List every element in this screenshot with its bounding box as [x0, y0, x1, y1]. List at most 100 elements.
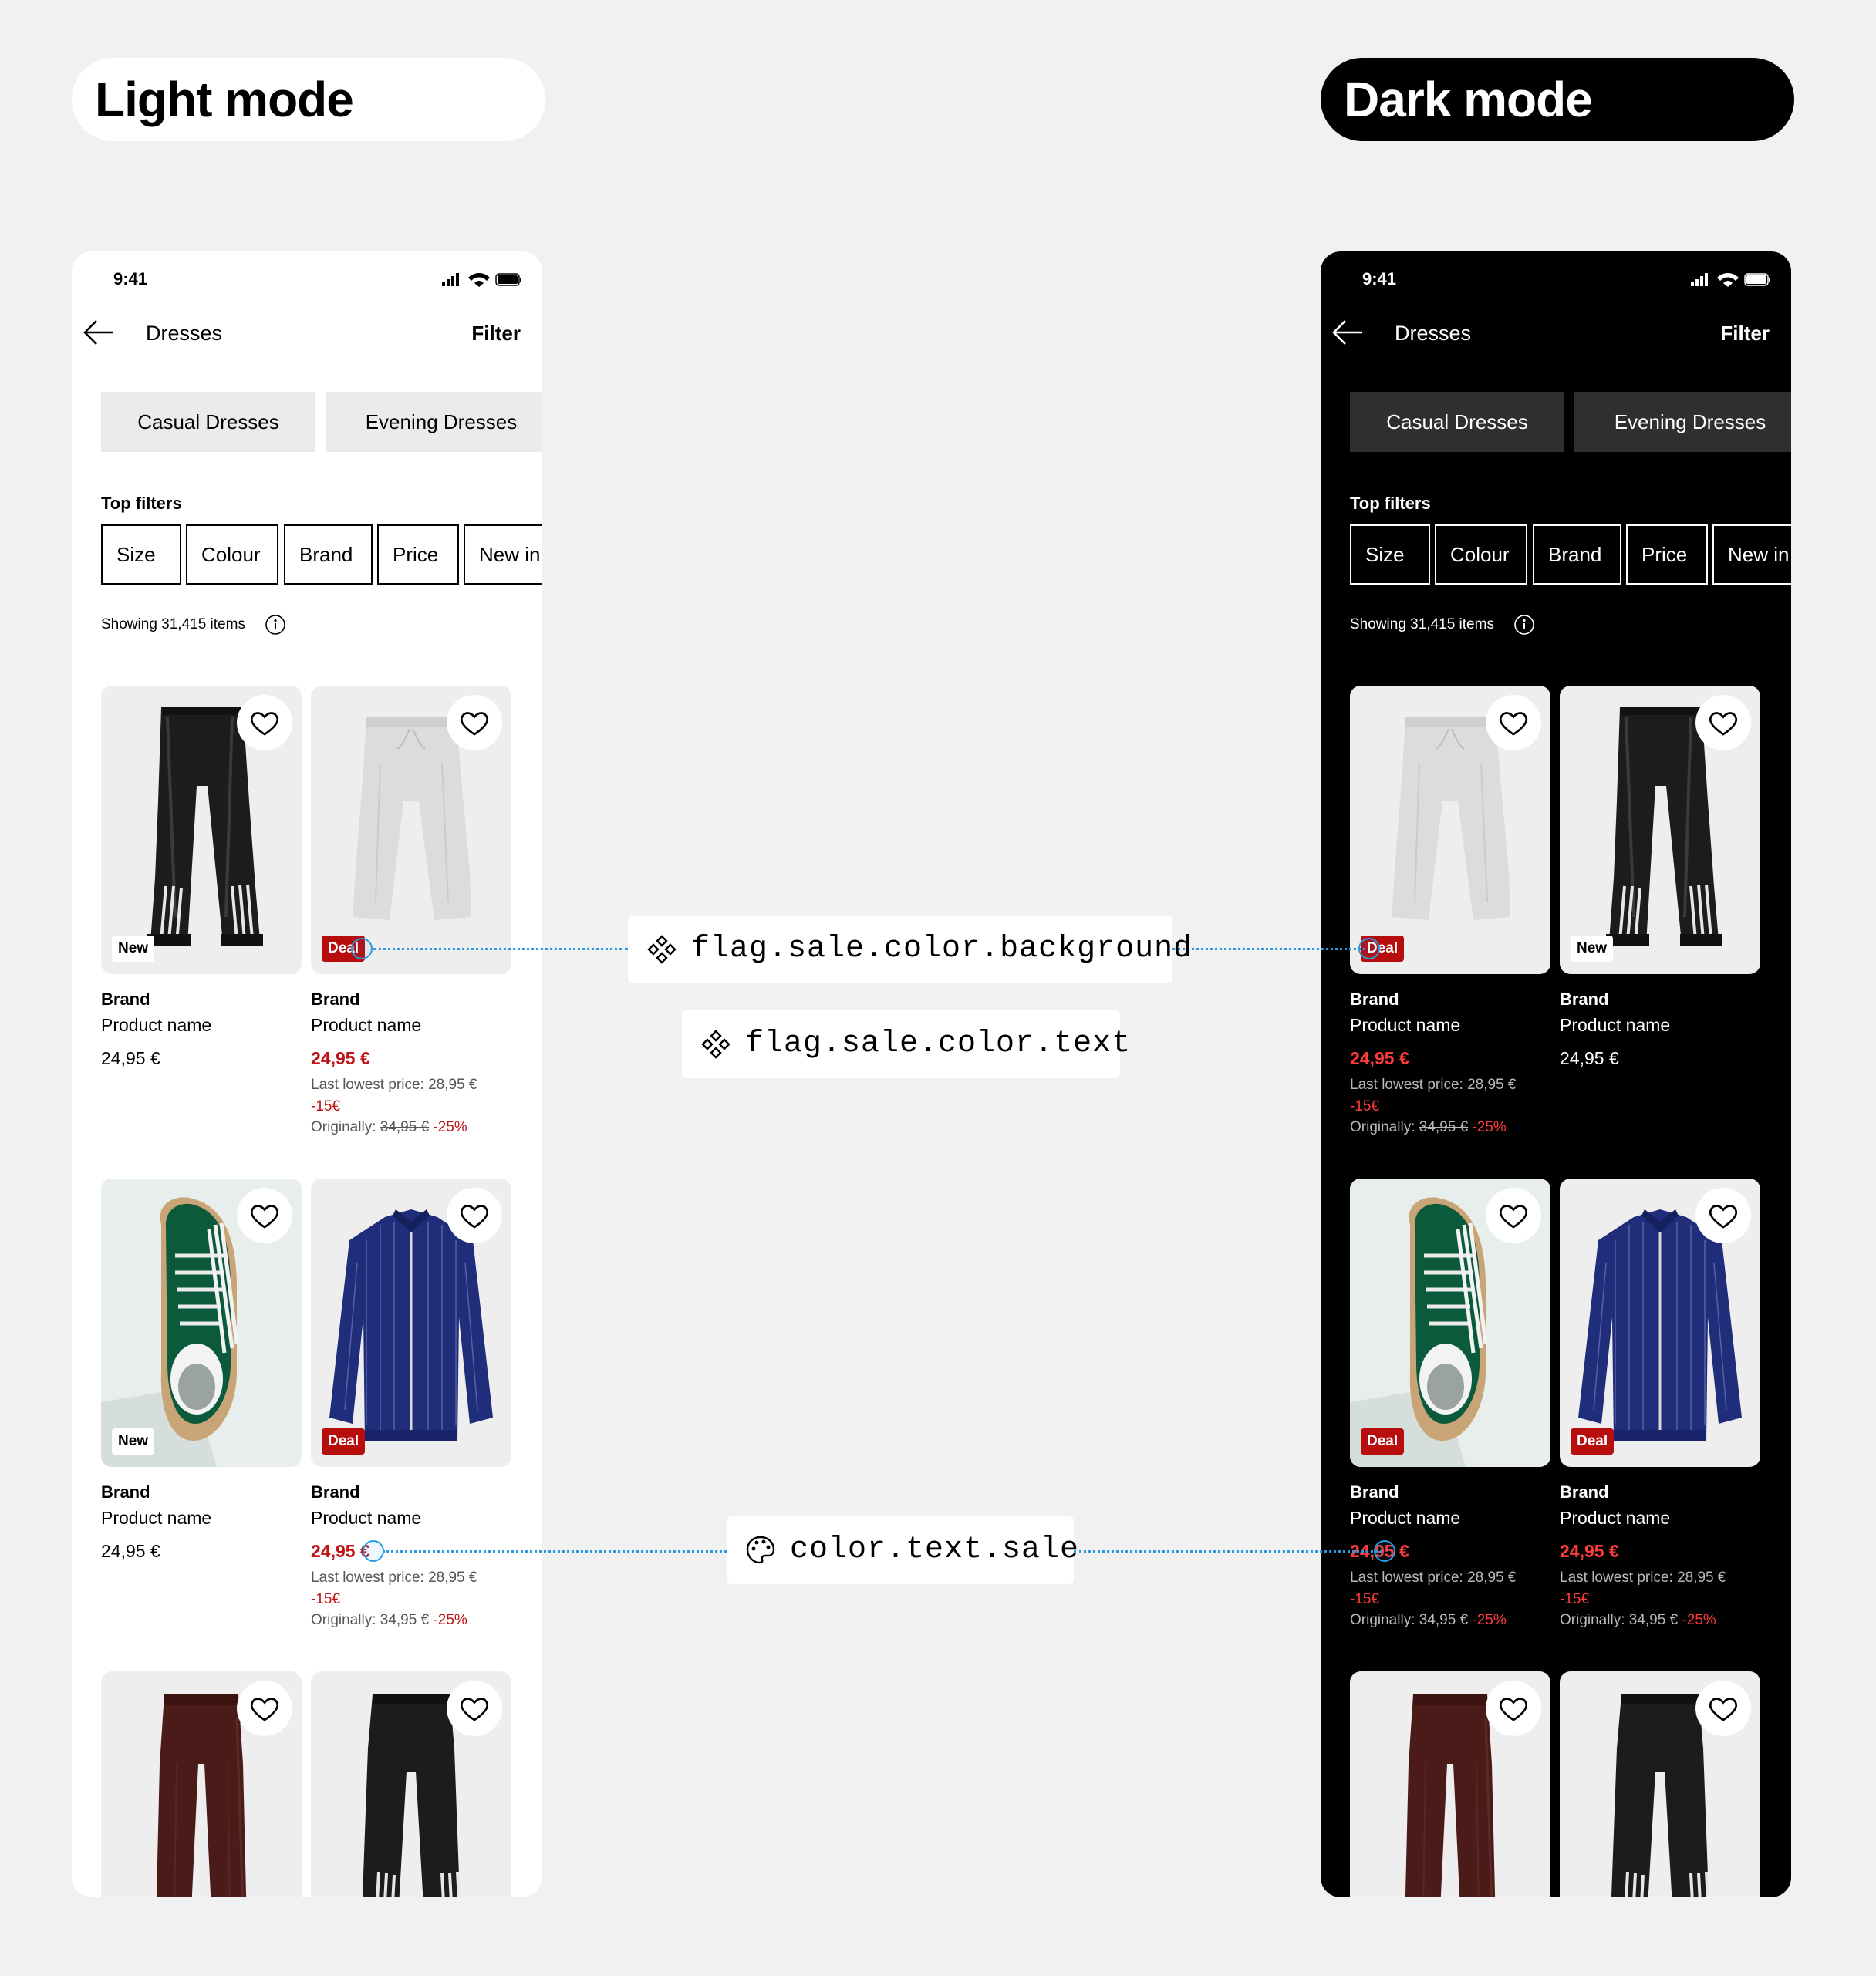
wishlist-heart-icon[interactable] — [1695, 1188, 1751, 1243]
filter-chip-colour[interactable]: Colour — [1435, 524, 1527, 585]
component-icon — [701, 1030, 730, 1059]
sale-price: 24,95 € — [311, 1541, 370, 1561]
price-difference: -15€ — [1350, 1098, 1380, 1114]
original-price-value: 34,95 € — [1419, 1612, 1469, 1628]
filter-chip-price[interactable]: Price — [1626, 524, 1708, 585]
wishlist-heart-icon[interactable] — [1486, 1188, 1541, 1243]
category-casual-dresses[interactable]: Casual Dresses — [1350, 392, 1564, 452]
filter-chip-brand[interactable]: Brand — [1533, 524, 1621, 585]
product-price: 24,95 € — [101, 1541, 160, 1561]
last-lowest-price: Last lowest price: 28,95 € — [1560, 1570, 1726, 1586]
deal-flag: Deal — [1361, 1428, 1405, 1455]
new-flag: New — [112, 1428, 155, 1455]
back-arrow-icon[interactable] — [83, 319, 116, 346]
token-name: flag.sale.color.text — [745, 1027, 1132, 1061]
original-price: Originally: 34,95 € -25% — [1350, 1612, 1507, 1629]
product-brand: Brand — [101, 1482, 150, 1502]
wishlist-heart-icon[interactable] — [237, 1188, 292, 1243]
status-time: 9:41 — [113, 269, 148, 288]
annotation-connector — [373, 948, 628, 950]
category-evening-dresses[interactable]: Evening Dresses — [326, 392, 542, 452]
top-filters-label: Top filters — [1350, 494, 1431, 513]
component-icon — [647, 935, 677, 964]
original-label: Originally: — [1350, 1612, 1415, 1628]
sale-price: 24,95 € — [1560, 1541, 1619, 1561]
annotation-connector — [1074, 1550, 1382, 1553]
filter-chip-price[interactable]: Price — [377, 524, 459, 585]
page-title: Dresses — [146, 322, 223, 345]
filter-button[interactable]: Filter — [471, 322, 521, 346]
token-flag-sale-text: flag.sale.color.text — [682, 1010, 1130, 1078]
filter-chip-new-in[interactable]: New in — [1712, 524, 1791, 585]
new-flag: New — [1571, 936, 1614, 962]
filter-chip-new-in[interactable]: New in — [464, 524, 542, 585]
original-price-value: 34,95 € — [1419, 1119, 1469, 1135]
discount-percent: -25% — [1472, 1119, 1507, 1135]
wishlist-heart-icon[interactable] — [237, 695, 292, 750]
category-evening-dresses[interactable]: Evening Dresses — [1574, 392, 1791, 452]
wishlist-heart-icon[interactable] — [447, 695, 502, 750]
dark-phone-screen: 9:41 Dresses Filter Casual Dresses Eveni… — [1321, 251, 1791, 1897]
original-price: Originally: 34,95 € -25% — [1350, 1119, 1507, 1136]
price-difference: -15€ — [1560, 1591, 1590, 1607]
annotation-connector — [1172, 948, 1365, 950]
last-lowest-price: Last lowest price: 28,95 € — [311, 1077, 477, 1093]
price-difference: -15€ — [311, 1098, 341, 1114]
product-brand: Brand — [1350, 1482, 1399, 1502]
product-name: Product name — [101, 1015, 212, 1035]
wishlist-heart-icon[interactable] — [1486, 1681, 1541, 1736]
original-price: Originally: 34,95 € -25% — [311, 1612, 467, 1629]
token-flag-sale-background: flag.sale.color.background — [628, 916, 1192, 983]
filter-chip-size[interactable]: Size — [101, 524, 181, 585]
item-count: Showing 31,415 items — [101, 616, 245, 632]
info-icon[interactable] — [265, 614, 286, 636]
wishlist-heart-icon[interactable] — [237, 1681, 292, 1736]
product-name: Product name — [311, 1015, 422, 1035]
wishlist-heart-icon[interactable] — [1486, 695, 1541, 750]
sale-price: 24,95 € — [311, 1048, 370, 1068]
filter-chip-colour[interactable]: Colour — [186, 524, 278, 585]
token-name: flag.sale.color.background — [691, 932, 1193, 966]
page-title: Dresses — [1395, 322, 1472, 345]
new-flag: New — [112, 936, 155, 962]
annotation-marker — [363, 1540, 384, 1562]
light-mode-header: Light mode — [72, 58, 545, 141]
discount-percent: -25% — [1472, 1612, 1507, 1628]
category-casual-dresses[interactable]: Casual Dresses — [101, 392, 315, 452]
wishlist-heart-icon[interactable] — [447, 1188, 502, 1243]
product-name: Product name — [1350, 1015, 1461, 1035]
wishlist-heart-icon[interactable] — [447, 1681, 502, 1736]
annotation-marker — [1374, 1540, 1395, 1562]
original-label: Originally: — [1560, 1612, 1625, 1628]
wishlist-heart-icon[interactable] — [1695, 695, 1751, 750]
status-time: 9:41 — [1362, 269, 1397, 288]
annotation-marker — [351, 938, 373, 959]
annotation-connector — [383, 1550, 727, 1553]
dark-mode-header: Dark mode — [1321, 58, 1794, 141]
product-name: Product name — [1560, 1508, 1671, 1528]
original-label: Originally: — [311, 1612, 376, 1628]
product-brand: Brand — [1560, 1482, 1609, 1502]
discount-percent: -25% — [433, 1119, 467, 1135]
filter-chip-brand[interactable]: Brand — [284, 524, 373, 585]
annotation-marker — [1358, 938, 1380, 959]
filter-chip-size[interactable]: Size — [1350, 524, 1430, 585]
product-name: Product name — [1350, 1508, 1461, 1528]
deal-flag: Deal — [1571, 1428, 1615, 1455]
product-name: Product name — [1560, 1015, 1671, 1035]
deal-flag: Deal — [322, 1428, 366, 1455]
status-icons — [1691, 273, 1770, 287]
original-price: Originally: 34,95 € -25% — [311, 1119, 467, 1136]
last-lowest-price: Last lowest price: 28,95 € — [311, 1570, 477, 1586]
back-arrow-icon[interactable] — [1331, 319, 1365, 346]
info-icon[interactable] — [1513, 614, 1535, 636]
original-price-value: 34,95 € — [1628, 1612, 1679, 1628]
product-brand: Brand — [1560, 990, 1609, 1009]
discount-percent: -25% — [1682, 1612, 1716, 1628]
product-brand: Brand — [311, 1482, 360, 1502]
filter-button[interactable]: Filter — [1720, 322, 1770, 346]
palette-icon — [746, 1536, 775, 1564]
wishlist-heart-icon[interactable] — [1695, 1681, 1751, 1736]
original-label: Originally: — [1350, 1119, 1415, 1135]
token-color-text-sale: color.text.sale — [727, 1516, 1078, 1584]
